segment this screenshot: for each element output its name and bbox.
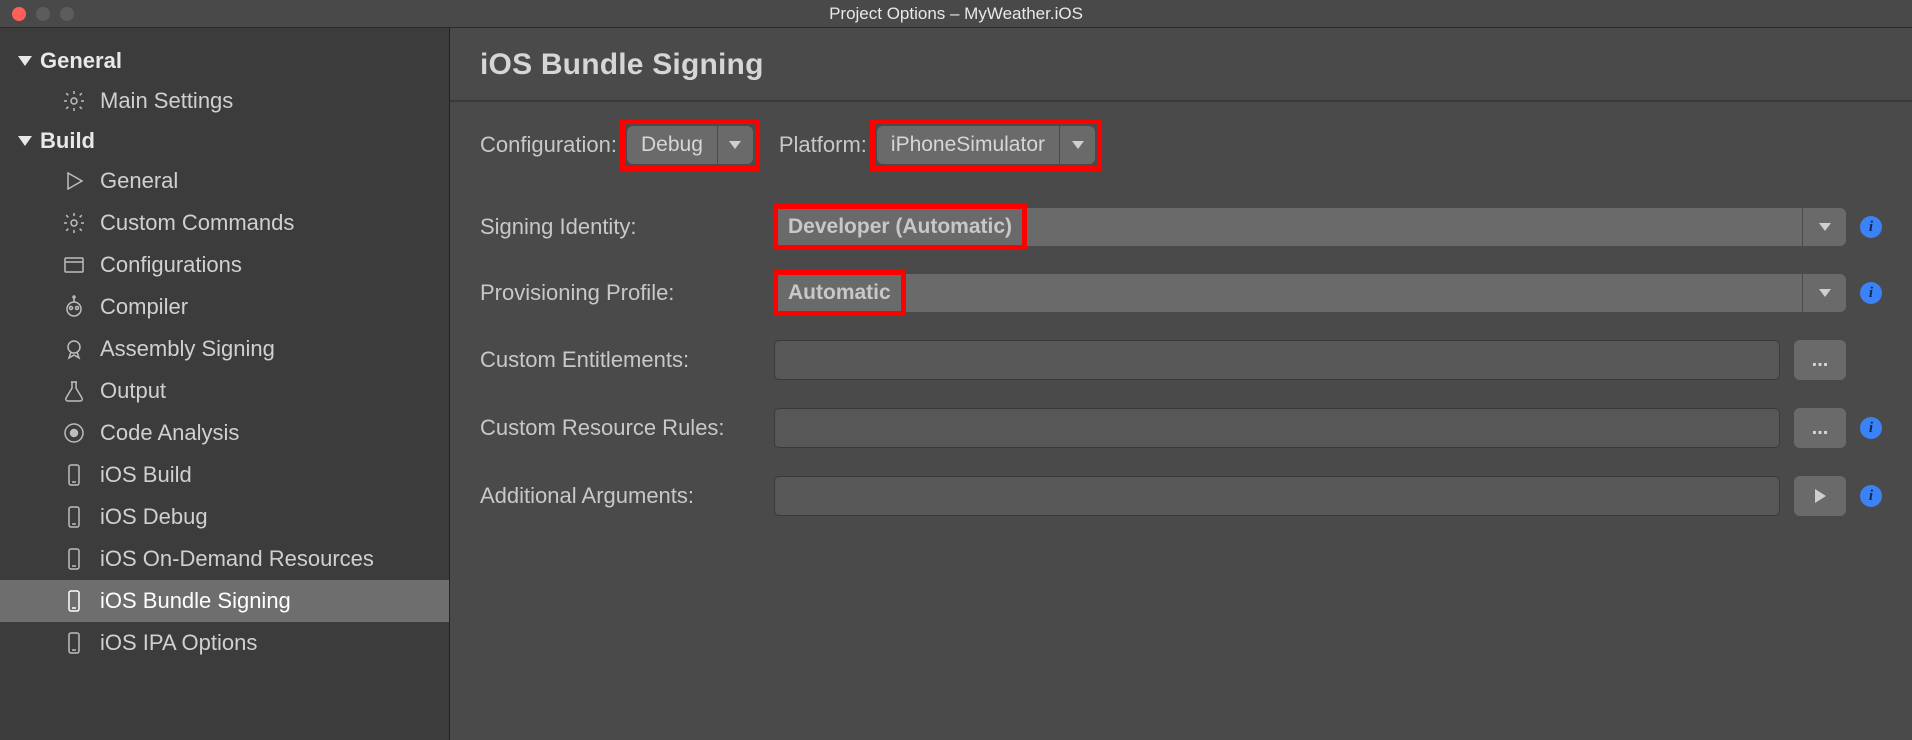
window-icon bbox=[62, 253, 86, 277]
minimize-window-button[interactable] bbox=[36, 7, 50, 21]
window-title: Project Options – MyWeather.iOS bbox=[0, 4, 1912, 24]
sidebar-item-label: iOS Debug bbox=[100, 504, 208, 530]
sidebar-item-label: Assembly Signing bbox=[100, 336, 275, 362]
additional-args-run-button[interactable] bbox=[1794, 476, 1846, 516]
sidebar-item-label: Compiler bbox=[100, 294, 188, 320]
close-window-button[interactable] bbox=[12, 7, 26, 21]
disclosure-triangle-icon bbox=[18, 56, 32, 66]
ellipsis-icon: ... bbox=[1812, 417, 1829, 440]
info-icon[interactable]: i bbox=[1860, 417, 1882, 439]
sidebar-section-general[interactable]: General bbox=[0, 42, 449, 80]
sidebar-item-ios-ipa-options[interactable]: iOS IPA Options bbox=[0, 622, 449, 664]
phone-icon bbox=[62, 463, 86, 487]
info-icon[interactable]: i bbox=[1860, 485, 1882, 507]
sidebar-item-label: Main Settings bbox=[100, 88, 233, 114]
platform-label: Platform: bbox=[779, 132, 867, 158]
sidebar-item-label: iOS Bundle Signing bbox=[100, 588, 291, 614]
sidebar-item-label: Custom Commands bbox=[100, 210, 294, 236]
dropdown-arrow-icon bbox=[1059, 126, 1095, 164]
play-icon bbox=[62, 169, 86, 193]
sidebar-item-label: Output bbox=[100, 378, 166, 404]
phone-icon bbox=[62, 505, 86, 529]
sidebar-item-code-analysis[interactable]: Code Analysis bbox=[0, 412, 449, 454]
target-icon bbox=[62, 421, 86, 445]
row-custom-entitlements: Custom Entitlements: ... bbox=[480, 340, 1882, 380]
sidebar-item-ios-debug[interactable]: iOS Debug bbox=[0, 496, 449, 538]
badge-icon bbox=[62, 337, 86, 361]
sidebar-item-label: General bbox=[100, 168, 178, 194]
sidebar-item-label: iOS Build bbox=[100, 462, 192, 488]
sidebar-item-main-settings[interactable]: Main Settings bbox=[0, 80, 449, 122]
platform-value: iPhoneSimulator bbox=[877, 126, 1059, 164]
info-icon[interactable]: i bbox=[1860, 216, 1882, 238]
signing-identity-dropdown[interactable]: Developer (Automatic) bbox=[774, 208, 1846, 246]
signing-identity-label: Signing Identity: bbox=[480, 214, 760, 240]
resource-rules-input[interactable] bbox=[774, 408, 1780, 448]
robot-icon bbox=[62, 295, 86, 319]
row-signing-identity: Signing Identity: Developer (Automatic) … bbox=[480, 208, 1882, 246]
platform-dropdown[interactable]: iPhoneSimulator bbox=[877, 126, 1095, 164]
row-additional-args: Additional Arguments: i bbox=[480, 476, 1882, 516]
content-pane: iOS Bundle Signing Configuration: Debug … bbox=[450, 28, 1912, 740]
disclosure-triangle-icon bbox=[18, 136, 32, 146]
sidebar-section-build[interactable]: Build bbox=[0, 122, 449, 160]
row-resource-rules: Custom Resource Rules: ... i bbox=[480, 408, 1882, 448]
signing-identity-value: Developer (Automatic) bbox=[774, 208, 1802, 246]
flask-icon bbox=[62, 379, 86, 403]
sidebar: General Main Settings Build General Cust… bbox=[0, 28, 450, 740]
sidebar-item-label: Configurations bbox=[100, 252, 242, 278]
dropdown-arrow-icon bbox=[717, 126, 753, 164]
gear-icon bbox=[62, 89, 86, 113]
sidebar-item-ios-ondemand[interactable]: iOS On-Demand Resources bbox=[0, 538, 449, 580]
provisioning-value: Automatic bbox=[774, 274, 1802, 312]
row-provisioning-profile: Provisioning Profile: Automatic i bbox=[480, 274, 1882, 312]
zoom-window-button[interactable] bbox=[60, 7, 74, 21]
window-traffic-lights bbox=[0, 7, 74, 21]
configuration-dropdown[interactable]: Debug bbox=[627, 126, 753, 164]
configuration-value: Debug bbox=[627, 126, 717, 164]
sidebar-item-assembly-signing[interactable]: Assembly Signing bbox=[0, 328, 449, 370]
play-icon bbox=[1815, 489, 1826, 503]
sidebar-item-label: Code Analysis bbox=[100, 420, 239, 446]
signing-identity-value-text: Developer (Automatic) bbox=[780, 211, 1020, 243]
sidebar-item-ios-bundle-signing[interactable]: iOS Bundle Signing bbox=[0, 580, 449, 622]
dropdown-arrow-icon bbox=[1802, 208, 1846, 246]
dropdown-arrow-icon bbox=[1802, 274, 1846, 312]
section-label: General bbox=[40, 48, 122, 74]
section-label: Build bbox=[40, 128, 95, 154]
sidebar-item-ios-build[interactable]: iOS Build bbox=[0, 454, 449, 496]
config-platform-row: Configuration: Debug Platform: iPhoneSim… bbox=[480, 126, 1882, 164]
sidebar-item-label: iOS IPA Options bbox=[100, 630, 257, 656]
phone-icon bbox=[62, 589, 86, 613]
sidebar-item-output[interactable]: Output bbox=[0, 370, 449, 412]
resource-rules-label: Custom Resource Rules: bbox=[480, 415, 760, 441]
sidebar-item-label: iOS On-Demand Resources bbox=[100, 546, 374, 572]
info-icon[interactable]: i bbox=[1860, 282, 1882, 304]
sidebar-item-general[interactable]: General bbox=[0, 160, 449, 202]
gear-icon bbox=[62, 211, 86, 235]
additional-args-input[interactable] bbox=[774, 476, 1780, 516]
phone-icon bbox=[62, 631, 86, 655]
entitlements-input[interactable] bbox=[774, 340, 1780, 380]
provisioning-dropdown[interactable]: Automatic bbox=[774, 274, 1846, 312]
resource-rules-browse-button[interactable]: ... bbox=[1794, 408, 1846, 448]
entitlements-label: Custom Entitlements: bbox=[480, 347, 760, 373]
page-title: iOS Bundle Signing bbox=[480, 48, 1882, 82]
configuration-label: Configuration: bbox=[480, 132, 617, 158]
additional-args-label: Additional Arguments: bbox=[480, 483, 760, 509]
sidebar-item-custom-commands[interactable]: Custom Commands bbox=[0, 202, 449, 244]
entitlements-browse-button[interactable]: ... bbox=[1794, 340, 1846, 380]
ellipsis-icon: ... bbox=[1812, 349, 1829, 372]
page-header: iOS Bundle Signing bbox=[450, 28, 1912, 102]
phone-icon bbox=[62, 547, 86, 571]
titlebar: Project Options – MyWeather.iOS bbox=[0, 0, 1912, 28]
form-body: Configuration: Debug Platform: iPhoneSim… bbox=[450, 102, 1912, 568]
sidebar-item-compiler[interactable]: Compiler bbox=[0, 286, 449, 328]
sidebar-item-configurations[interactable]: Configurations bbox=[0, 244, 449, 286]
provisioning-value-text: Automatic bbox=[780, 277, 899, 309]
provisioning-label: Provisioning Profile: bbox=[480, 280, 760, 306]
